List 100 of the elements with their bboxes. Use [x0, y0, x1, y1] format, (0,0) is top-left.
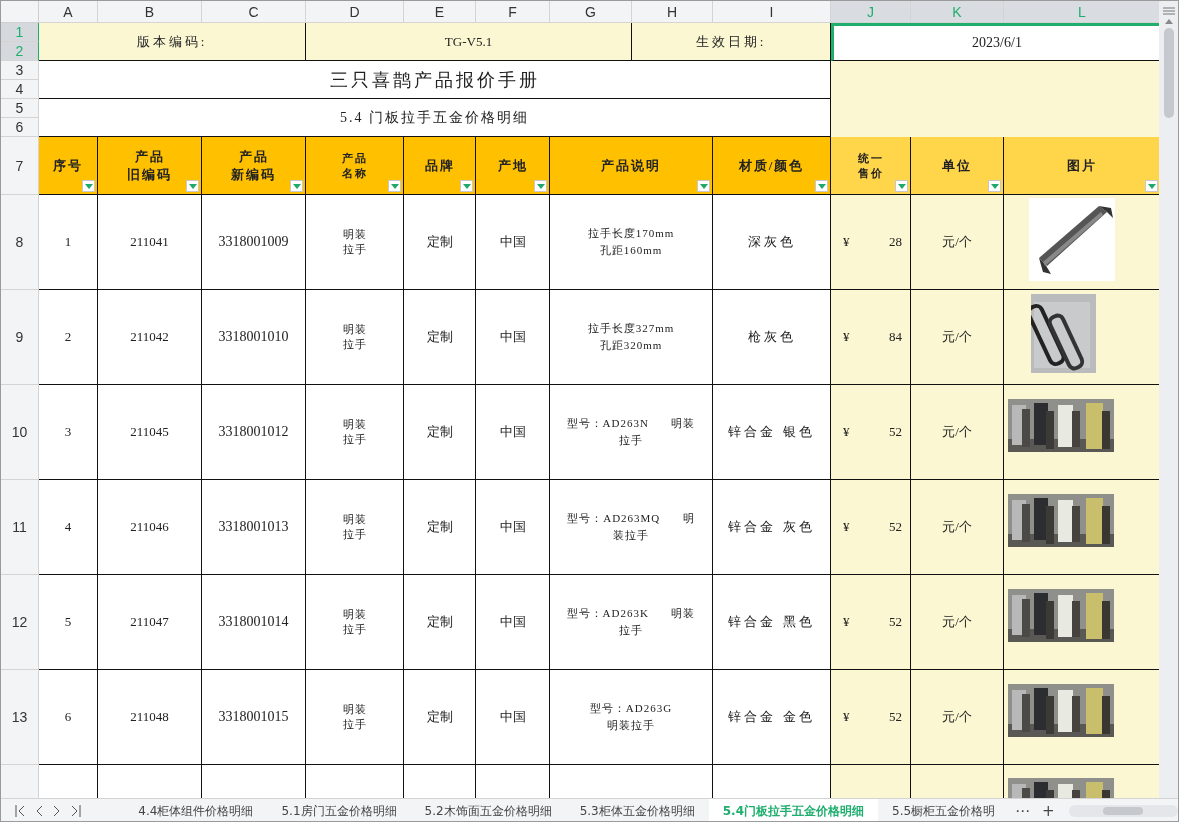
filter-button[interactable] — [82, 180, 95, 192]
column-header[interactable]: F — [476, 1, 550, 23]
table-cell: 定制 — [404, 290, 476, 385]
table-cell: 211048 — [98, 670, 202, 765]
price-value: 28 — [889, 233, 903, 251]
table-cell: 型号：AD263G 明装拉手 — [550, 670, 713, 765]
row-header[interactable]: 5 — [1, 99, 39, 118]
dropdown-arrow-icon — [292, 183, 301, 189]
table-cell: 明装 拉手 — [306, 195, 404, 290]
scroll-up-icon[interactable] — [1164, 19, 1173, 24]
next-sheet-icon[interactable] — [53, 805, 61, 817]
more-tabs-button[interactable]: ⋯ — [1009, 802, 1037, 820]
previous-sheet-icon[interactable] — [35, 805, 43, 817]
table-cell: 4 — [39, 480, 98, 575]
vertical-scrollbar[interactable] — [1159, 1, 1178, 798]
heading-text: 产品说明 — [601, 156, 661, 175]
first-sheet-icon[interactable] — [15, 805, 25, 817]
dropdown-arrow-icon — [990, 183, 999, 189]
label-cell: 生效日期: — [632, 23, 831, 61]
column-header[interactable]: E — [404, 1, 476, 23]
last-sheet-icon[interactable] — [71, 805, 81, 817]
row-header[interactable]: 12 — [1, 575, 39, 670]
column-header[interactable]: A — [39, 1, 98, 23]
scroll-thumb[interactable] — [1102, 807, 1143, 815]
column-header[interactable]: D — [306, 1, 404, 23]
filter-button[interactable] — [534, 180, 547, 192]
price-value: 52 — [889, 518, 903, 536]
column-header[interactable]: C — [202, 1, 306, 23]
table-cell: 中国 — [476, 575, 550, 670]
row-header[interactable]: 13 — [1, 670, 39, 765]
table-cell: 拉手长度170mm 孔距160mm — [550, 195, 713, 290]
filter-button[interactable] — [388, 180, 401, 192]
table-cell: 定制 — [404, 575, 476, 670]
dropdown-arrow-icon — [699, 183, 708, 189]
table-cell: 中国 — [476, 385, 550, 480]
row-header[interactable]: 8 — [1, 195, 39, 290]
sheet-tab[interactable]: 5.2木饰面五金价格明细 — [410, 799, 566, 821]
scroll-thumb[interactable] — [1163, 28, 1174, 118]
price-value: 52 — [889, 708, 903, 726]
table-cell: 锌合金 灰色 — [713, 480, 831, 575]
column-header[interactable]: I — [713, 1, 831, 23]
column-header[interactable]: H — [632, 1, 713, 23]
table-cell: 中国 — [476, 290, 550, 385]
table-cell: 明装 拉手 — [306, 290, 404, 385]
table-cell: 2 — [39, 290, 98, 385]
table-cell: 211047 — [98, 575, 202, 670]
filter-button[interactable] — [697, 180, 710, 192]
row-header[interactable]: 3 — [1, 61, 39, 80]
row-header[interactable]: 10 — [1, 385, 39, 480]
label-cell: 版本编码: — [39, 23, 306, 61]
table-cell: 3318001014 — [202, 575, 306, 670]
sheet-tab[interactable]: 5.1房门五金价格明细 — [267, 799, 411, 821]
table-cell: 211042 — [98, 290, 202, 385]
row-header[interactable]: 4 — [1, 80, 39, 99]
filter-button[interactable] — [815, 180, 828, 192]
table-cell: 3318001015 — [202, 670, 306, 765]
heading-text: 序号 — [53, 156, 83, 175]
table-cell: 明装 拉手 — [306, 385, 404, 480]
currency-sign: ¥ — [842, 233, 850, 251]
sheet-tab[interactable]: 5.3柜体五金价格明细 — [565, 799, 709, 821]
menu-icon[interactable] — [1162, 7, 1175, 15]
dropdown-arrow-icon — [84, 183, 93, 189]
column-header[interactable]: B — [98, 1, 202, 23]
add-sheet-button[interactable]: + — [1036, 802, 1061, 820]
currency-sign: ¥ — [842, 518, 850, 536]
filter-button[interactable] — [895, 180, 908, 192]
value-cell: TG-V5.1 — [306, 23, 632, 61]
table-cell: 元/个 — [911, 195, 1004, 290]
dropdown-arrow-icon — [390, 183, 399, 189]
table-cell: 枪灰色 — [713, 290, 831, 385]
table-cell: 型号：AD263K 明装 拉手 — [550, 575, 713, 670]
table-cell: 定制 — [404, 670, 476, 765]
heading-text: 单位 — [942, 156, 972, 175]
filter-button[interactable] — [988, 180, 1001, 192]
row-header[interactable]: 9 — [1, 290, 39, 385]
sheet-tab[interactable]: 5.5橱柜五金价格明 — [878, 799, 1010, 821]
dropdown-arrow-icon — [817, 183, 826, 189]
sheet-tab[interactable]: 4.4柜体组件价格明细 — [124, 799, 268, 821]
horizontal-scrollbar[interactable] — [1068, 805, 1178, 817]
table-cell: 元/个 — [911, 670, 1004, 765]
heading-text: 品牌 — [424, 156, 455, 175]
heading-text: 产品 新编码 — [231, 147, 276, 184]
column-header[interactable]: G — [550, 1, 632, 23]
row-header[interactable]: 11 — [1, 480, 39, 575]
table-cell: 211046 — [98, 480, 202, 575]
row-header[interactable]: 6 — [1, 118, 39, 137]
filter-button[interactable] — [290, 180, 303, 192]
heading-text: 产品 旧编码 — [127, 147, 172, 184]
currency-sign: ¥ — [842, 613, 850, 631]
filter-button[interactable] — [1145, 180, 1158, 192]
currency-sign: ¥ — [842, 423, 850, 441]
table-cell: 中国 — [476, 480, 550, 575]
dropdown-arrow-icon — [897, 183, 906, 189]
table-cell: 明装 拉手 — [306, 480, 404, 575]
row-header[interactable]: 7 — [1, 137, 39, 195]
filter-button[interactable] — [186, 180, 199, 192]
table-cell: 明装 拉手 — [306, 575, 404, 670]
filter-button[interactable] — [460, 180, 473, 192]
table-cell: 型号：AD263MQ 明 装拉手 — [550, 480, 713, 575]
date-cell[interactable]: 2023/6/1 — [831, 23, 1160, 61]
